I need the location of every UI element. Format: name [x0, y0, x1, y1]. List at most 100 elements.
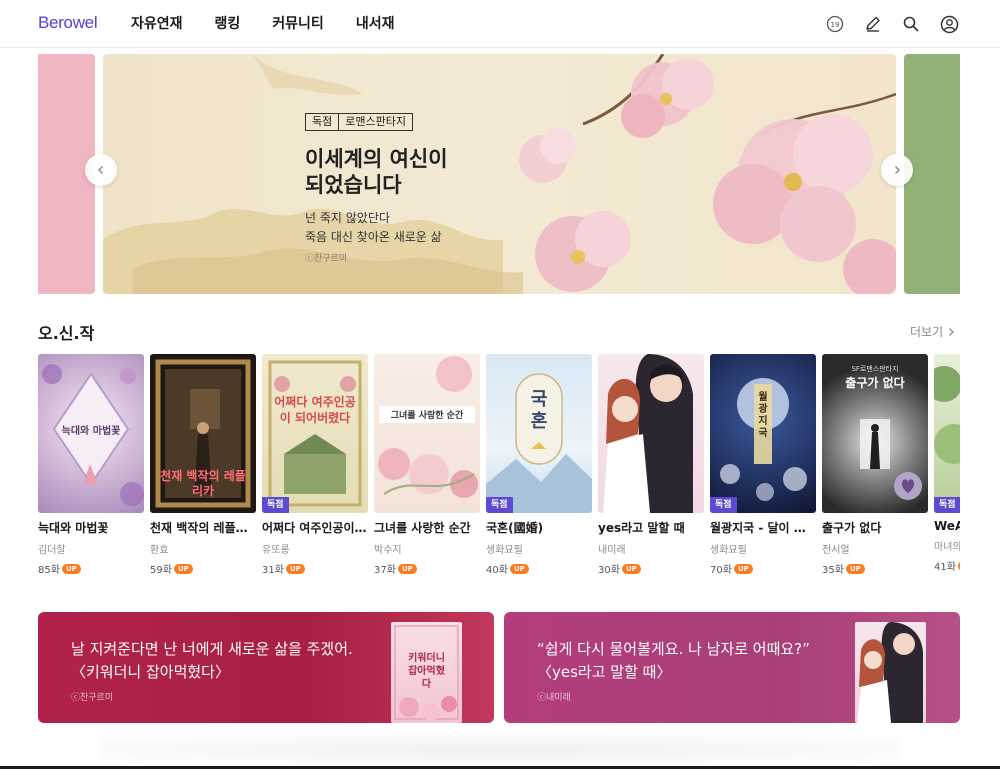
novel-card[interactable]: 월광지국 독점 월광지국 - 달이 피는 나라 생화묘필 70화UP [710, 354, 816, 574]
novel-cover: 월광지국 독점 [710, 354, 816, 513]
up-badge: UP [173, 563, 193, 574]
site-logo[interactable]: Berowel [38, 13, 98, 33]
novel-cover: SF로맨스판타지 출구가 없다 [822, 354, 928, 513]
card-title: 늑대와 마법꽃 [38, 521, 109, 535]
carousel-next-button[interactable] [881, 154, 913, 186]
up-badge: UP [397, 563, 417, 574]
cover-title: 늑대와 마법꽃 [61, 426, 121, 437]
card-author: 유또롱 [262, 545, 290, 556]
card-episodes: 41화UP [934, 558, 960, 573]
footer-shadow [100, 735, 900, 765]
promo-cover: 키워더니 잡아먹혔다 [391, 622, 462, 723]
cover-art [934, 366, 960, 464]
cover-title: 출구가 없다 [845, 376, 905, 390]
exclusive-badge: 독점 [486, 497, 513, 513]
novel-cover: 어쩌다 여주인공이 되어버렸다 독점 [262, 354, 368, 513]
age-rating-icon[interactable]: 19 [824, 13, 846, 35]
hero-carousel: 독점 로맨스판타지 이세계의 여신이 되었습니다 넌 죽지 않았단다 죽음 대신… [38, 54, 960, 294]
up-badge: UP [733, 563, 753, 574]
more-link[interactable]: 더보기 [910, 323, 955, 340]
novel-card[interactable]: yes라고 말할 때 내미래 30화 UP [598, 354, 704, 574]
banner-title: 이세계의 여신이 되었습니다 [305, 146, 448, 197]
chevron-left-icon [98, 166, 103, 174]
card-title: WeAreOne [934, 519, 960, 533]
cover-art [486, 373, 592, 513]
episode-count: 40화 [486, 565, 508, 574]
card-author: 김더잘 [38, 545, 66, 556]
novel-card[interactable]: 어쩌다 여주인공이 되어버렸다 독점 어쩌다 여주인공이 되어버렸다 유또롱 3… [262, 354, 368, 574]
episode-count: 35화 [822, 565, 844, 574]
nav-ranking[interactable]: 랭킹 [215, 13, 241, 33]
exclusive-badge: 독점 [262, 497, 289, 513]
card-episodes: 37화 UP [374, 561, 480, 574]
promo-banner[interactable]: 날 지켜준다면 난 너에게 새로운 삶을 주겠어. 〈키워더니 잡아먹혔다〉 ⓒ… [38, 612, 494, 723]
main-nav: 자유연재 랭킹 커뮤니티 내서재 [131, 13, 426, 33]
novel-card[interactable]: 천재 백작의 레플리카 천재 백작의 레플리카 환효 59화 UP [150, 354, 256, 574]
episode-count: 37화 [374, 565, 396, 574]
novel-cover: 천재 백작의 레플리카 [150, 354, 256, 513]
cover-art [378, 356, 478, 498]
cover-title: 월광지국 [758, 392, 768, 439]
up-badge: UP [61, 563, 81, 574]
more-link-label: 더보기 [910, 325, 944, 339]
exclusive-badge: 독점 [710, 497, 737, 513]
cover-art [268, 360, 362, 507]
promo-quote: “쉽게 다시 물어볼게요. 나 남자로 어때요?” 〈yes라고 말할 때〉 [537, 640, 810, 681]
card-title: yes라고 말할 때 [598, 521, 685, 535]
card-title: 그녀를 사랑한 순간 [374, 521, 471, 535]
cover-title: 국혼 [530, 389, 548, 432]
chevron-right-icon [895, 166, 900, 174]
write-icon[interactable] [862, 13, 884, 35]
novel-card[interactable]: 늑대와 마법꽃 늑대와 마법꽃 김더잘 85화 UP [38, 354, 144, 574]
card-author: 생화묘필 [710, 545, 747, 556]
top-header: Berowel 자유연재 랭킹 커뮤니티 내서재 19 [0, 0, 1000, 48]
up-badge: UP [509, 563, 529, 574]
promo-credit: ⓒ내미래 [537, 693, 571, 703]
card-author: 박수지 [374, 545, 402, 556]
promo-cover-title: 키워더니 잡아먹혔다 [408, 653, 445, 690]
up-badge: UP [285, 563, 305, 574]
svg-text:19: 19 [831, 21, 840, 29]
banner-tag-exclusive: 독점 [312, 115, 333, 128]
card-episodes: 31화 UP [262, 561, 368, 574]
novel-card[interactable]: SF로맨스판타지 출구가 없다 출구가 없다 전시얼 35화 UP [822, 354, 928, 574]
novel-cover: 늑대와 마법꽃 [38, 354, 144, 513]
profile-icon[interactable] [938, 13, 960, 35]
card-title: 국혼(國婚) [486, 521, 544, 535]
card-author: 전시얼 [822, 545, 850, 556]
novel-card[interactable]: 그녀를 사랑한 순간 그녀를 사랑한 순간 박수지 37화 UP [374, 354, 480, 574]
search-icon[interactable] [900, 13, 922, 35]
card-author: 마녀의 [934, 542, 960, 553]
cover-art [603, 354, 693, 513]
cover-small-tag: SF로맨스판타지 [851, 365, 899, 373]
promo-cover-art [857, 622, 923, 723]
promo-banner[interactable]: “쉽게 다시 물어볼게요. 나 남자로 어때요?” 〈yes라고 말할 때〉 ⓒ… [504, 612, 960, 723]
promo-credit: ⓒ찬구르미 [71, 693, 114, 703]
promo-quote: 날 지켜준다면 난 너에게 새로운 삶을 주겠어. 〈키워더니 잡아먹혔다〉 [71, 640, 353, 681]
up-badge: UP [957, 560, 960, 571]
card-author: 내미래 [598, 545, 626, 556]
novel-card[interactable]: 국혼 독점 국혼(國婚) 생화묘필 40화 UP [486, 354, 592, 574]
card-episodes: 85화 UP [38, 561, 144, 574]
up-badge: UP [845, 563, 865, 574]
card-episodes: 59화 UP [150, 561, 256, 574]
episode-count: 31화 [262, 565, 284, 574]
nav-my-library[interactable]: 내서재 [356, 13, 395, 33]
nav-community[interactable]: 커뮤니티 [272, 13, 324, 33]
episode-count: 85화 [38, 565, 60, 574]
novel-cover [598, 354, 704, 513]
exclusive-badge: 독점 [934, 497, 960, 513]
hero-banner[interactable]: 독점 로맨스판타지 이세계의 여신이 되었습니다 넌 죽지 않았단다 죽음 대신… [103, 54, 896, 294]
up-badge: UP [621, 563, 641, 574]
novel-card-list: 늑대와 마법꽃 늑대와 마법꽃 김더잘 85화 UP 천재 백작의 레플리카 천재… [38, 354, 960, 574]
nav-free-serial[interactable]: 자유연재 [131, 13, 183, 33]
carousel-prev-button[interactable] [85, 154, 117, 186]
episode-count: 41화 [934, 562, 956, 573]
card-episodes: 40화 UP [486, 561, 592, 574]
header-actions: 19 [808, 13, 960, 35]
novel-card[interactable]: 독점 WeAreOne 마녀의 41화UP [934, 354, 960, 573]
banner-tag-genre: 로맨스판타지 [338, 114, 412, 130]
card-author: 생화묘필 [486, 545, 523, 556]
episode-count: 70화 [710, 565, 732, 574]
banner-tags: 독점 로맨스판타지 [305, 113, 413, 131]
